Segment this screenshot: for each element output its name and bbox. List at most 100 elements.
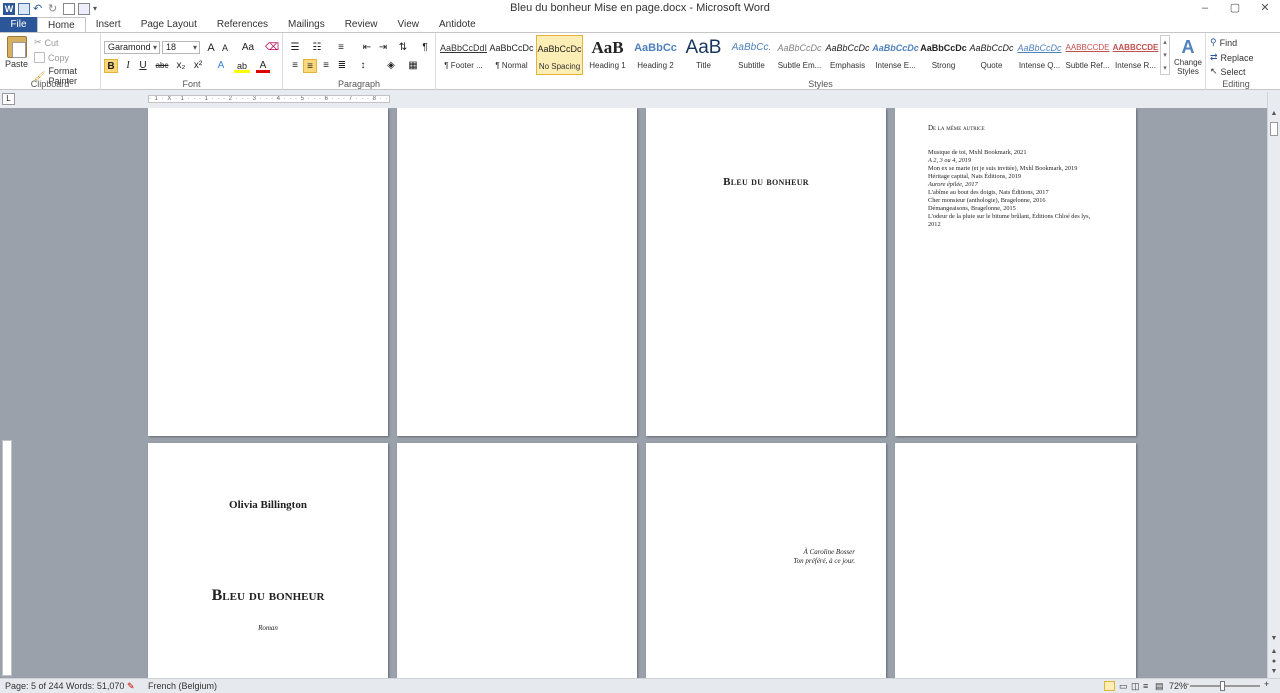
page-4[interactable]: De la même autrice Musique de toi, Mxhl … [895, 108, 1136, 436]
decrease-indent-icon[interactable]: ⇤ [360, 41, 374, 55]
full-screen-reading-icon[interactable]: ▭ [1119, 681, 1128, 692]
multilevel-list-icon[interactable]: ≡ [334, 41, 348, 55]
change-styles-button[interactable]: A Change Styles [1172, 37, 1204, 76]
text-effects-button[interactable]: A [214, 59, 228, 73]
tab-references[interactable]: References [207, 17, 278, 32]
cut-button[interactable]: ✂ Cut [34, 37, 59, 48]
tab-view[interactable]: View [388, 17, 430, 32]
replace-button[interactable]: ⇄ Replace [1210, 52, 1254, 63]
numbering-icon[interactable]: ☷ [310, 41, 324, 55]
scroll-down-icon[interactable]: ▼ [1269, 634, 1279, 644]
style-emphasis[interactable]: AaBbCcDc Emphasis [824, 35, 871, 75]
zoom-slider-track[interactable] [1190, 685, 1260, 687]
page-2[interactable] [397, 108, 637, 436]
sort-icon[interactable]: ⇅ [396, 41, 410, 55]
justify-icon[interactable]: ≣ [335, 59, 349, 73]
print-layout-icon[interactable] [1104, 681, 1115, 691]
styles-scroll[interactable]: ▴ ▾ ▾ [1160, 35, 1170, 75]
previous-page-icon[interactable]: ▲ [1269, 647, 1279, 657]
paste-button[interactable]: Paste [5, 36, 28, 69]
tab-selector[interactable]: L [2, 93, 15, 105]
style-heading-2[interactable]: AaBbCc Heading 2 [632, 35, 679, 75]
next-page-icon[interactable]: ▼ [1269, 667, 1279, 677]
bullets-icon[interactable]: ☰ [288, 41, 302, 55]
font-family-select[interactable]: Garamond [104, 41, 160, 54]
style-title[interactable]: AaB Title [680, 35, 727, 75]
shrink-font-button[interactable]: A [218, 41, 232, 55]
language[interactable]: French (Belgium) [148, 681, 217, 691]
style-intense-emphasis[interactable]: AaBbCcDc Intense E... [872, 35, 919, 75]
save-icon[interactable] [18, 2, 30, 15]
copy-button[interactable]: Copy [34, 52, 69, 63]
scroll-up-icon[interactable]: ▲ [1269, 109, 1279, 119]
tab-page-layout[interactable]: Page Layout [131, 17, 207, 32]
document-area[interactable]: Bleu du bonheur De la même autrice Musiq… [15, 108, 1267, 678]
page-8[interactable] [895, 443, 1136, 678]
scroll-thumb[interactable] [1270, 122, 1278, 136]
tab-antidote[interactable]: Antidote [429, 17, 486, 32]
borders-icon[interactable]: ▦ [406, 59, 420, 73]
zoom-in-icon[interactable]: + [1264, 679, 1269, 689]
clear-formatting-icon[interactable]: ⌫ [265, 41, 279, 55]
grow-font-button[interactable]: A [204, 41, 218, 55]
print-preview-icon[interactable] [78, 2, 90, 15]
zoom-slider-handle[interactable] [1220, 681, 1225, 691]
word-app-icon[interactable]: W [3, 2, 15, 15]
style-quote[interactable]: AaBbCcDc Quote [968, 35, 1015, 75]
align-center-icon[interactable]: ≡ [303, 59, 317, 73]
bold-button[interactable]: B [104, 59, 118, 73]
browse-object-icon[interactable]: ● [1269, 657, 1279, 667]
font-size-select[interactable]: 18 [162, 41, 200, 54]
increase-indent-icon[interactable]: ⇥ [376, 41, 390, 55]
vertical-scrollbar[interactable]: ▲ ▼ ▲ ● ▼ [1267, 92, 1280, 678]
select-button[interactable]: ↖ Select [1210, 66, 1246, 77]
tab-review[interactable]: Review [335, 17, 388, 32]
page-6[interactable] [397, 443, 637, 678]
tab-insert[interactable]: Insert [86, 17, 131, 32]
spellcheck-icon[interactable]: ✎ [127, 681, 135, 692]
page-count[interactable]: Page: 5 of 244 [5, 681, 64, 691]
new-document-icon[interactable] [63, 2, 75, 15]
tab-home[interactable]: Home [37, 17, 86, 32]
outline-icon[interactable]: ≡ [1143, 681, 1148, 691]
page-3[interactable]: Bleu du bonheur [646, 108, 886, 436]
style-subtitle[interactable]: AaBbCc. Subtitle [728, 35, 775, 75]
close-button[interactable]: ✕ [1250, 0, 1280, 17]
web-layout-icon[interactable]: ◫ [1131, 681, 1140, 692]
style-subtle-emphasis[interactable]: AaBbCcDc Subtle Em... [776, 35, 823, 75]
style-strong[interactable]: AaBbCcDc Strong [920, 35, 967, 75]
page-7[interactable]: À Caroline Bosser Ton préféré, à ce jour… [646, 443, 886, 678]
italic-button[interactable]: I [121, 59, 135, 73]
strikethrough-button[interactable]: abc [153, 59, 171, 73]
word-count[interactable]: Words: 51,070 [66, 681, 124, 691]
shading-icon[interactable]: ◈ [384, 59, 398, 73]
find-button[interactable]: ⚲ Find [1210, 37, 1237, 48]
style-no-spacing[interactable]: AaBbCcDc No Spacing [536, 35, 583, 75]
subscript-button[interactable]: x₂ [174, 59, 188, 73]
undo-icon[interactable]: ↶ [33, 3, 45, 15]
font-color-button[interactable]: A [256, 59, 270, 73]
superscript-button[interactable]: x² [191, 59, 205, 73]
change-case-button[interactable]: Aa [239, 41, 257, 55]
align-left-icon[interactable]: ≡ [288, 59, 302, 73]
page-1[interactable] [148, 108, 388, 436]
style-intense-reference[interactable]: AABBCCDE Intense R... [1112, 35, 1159, 75]
line-spacing-icon[interactable]: ↕ [356, 59, 370, 73]
redo-icon[interactable]: ↻ [48, 3, 60, 15]
show-marks-button[interactable]: ¶ [418, 41, 432, 55]
style-intense-quote[interactable]: AaBbCcDc Intense Q... [1016, 35, 1063, 75]
customize-toolbar-icon[interactable]: ▾ [93, 3, 105, 15]
highlight-button[interactable]: ab [234, 59, 250, 73]
horizontal-ruler[interactable]: · 1 · X · 1 · · · 1 · · · 2 · · · 3 · · … [148, 95, 390, 103]
maximize-button[interactable]: ▢ [1220, 0, 1250, 17]
zoom-out-icon[interactable]: − [1184, 679, 1189, 689]
underline-button[interactable]: U [136, 59, 150, 73]
align-right-icon[interactable]: ≡ [319, 59, 333, 73]
minimize-button[interactable]: – [1190, 0, 1220, 17]
tab-file[interactable]: File [0, 17, 37, 32]
style-heading-1[interactable]: AaB Heading 1 [584, 35, 631, 75]
style-footer[interactable]: AaBbCcDdI ¶ Footer ... [440, 35, 487, 75]
tab-mailings[interactable]: Mailings [278, 17, 335, 32]
style-subtle-reference[interactable]: AABBCCDE Subtle Ref... [1064, 35, 1111, 75]
vertical-ruler[interactable] [2, 440, 12, 676]
